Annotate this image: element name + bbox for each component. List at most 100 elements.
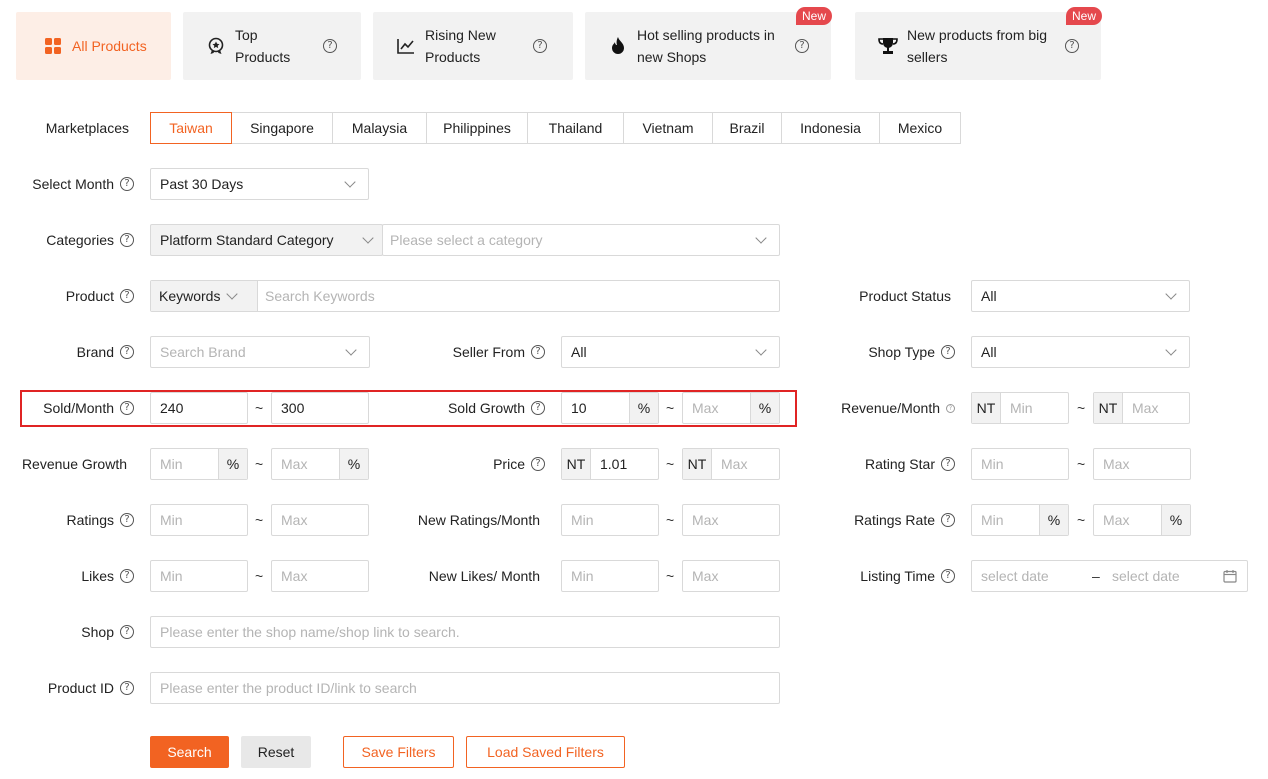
help-icon[interactable]: ? xyxy=(531,457,545,471)
marketplace-thailand[interactable]: Thailand xyxy=(527,112,624,144)
shop-type-dropdown[interactable]: All xyxy=(971,336,1190,368)
ratings-rate-max-input[interactable]: Max % xyxy=(1093,504,1191,536)
label-text: Ratings xyxy=(66,512,114,528)
seller-from-dropdown[interactable]: All xyxy=(561,336,780,368)
marketplace-singapore[interactable]: Singapore xyxy=(231,112,333,144)
max-placeholder: Max xyxy=(1103,456,1130,472)
revenue-month-label: Revenue/Month? xyxy=(820,393,955,423)
max-placeholder: Max xyxy=(692,400,719,416)
range-separator: ~ xyxy=(1077,456,1086,472)
marketplace-malaysia[interactable]: Malaysia xyxy=(332,112,427,144)
product-id-input[interactable]: Please enter the product ID/link to sear… xyxy=(150,672,780,704)
new-likes-min-input[interactable]: Min xyxy=(561,560,659,592)
new-ratings-max-input[interactable]: Max xyxy=(682,504,780,536)
tab-new-products-big-sellers[interactable]: New products from big sellers ? New xyxy=(855,7,1102,80)
new-likes-max-input[interactable]: Max xyxy=(682,560,780,592)
help-icon[interactable]: ? xyxy=(120,401,134,415)
revenue-month-max-input[interactable]: NT Max xyxy=(1093,392,1190,424)
marketplace-philippines[interactable]: Philippines xyxy=(426,112,528,144)
select-month-dropdown[interactable]: Past 30 Days xyxy=(150,168,369,200)
ratings-rate-min-input[interactable]: Min % xyxy=(971,504,1069,536)
help-icon[interactable]: ? xyxy=(120,233,134,247)
help-icon[interactable]: ? xyxy=(795,39,809,53)
category-select[interactable]: Please select a category xyxy=(382,224,780,256)
marketplace-mexico[interactable]: Mexico xyxy=(879,112,961,144)
help-icon[interactable]: ? xyxy=(120,625,134,639)
tab-all-products[interactable]: All Products xyxy=(16,12,171,80)
marketplace-indonesia[interactable]: Indonesia xyxy=(781,112,880,144)
sold-growth-min-value: 10 xyxy=(571,400,587,416)
likes-min-input[interactable]: Min xyxy=(150,560,248,592)
flame-icon xyxy=(607,36,629,56)
label-text: Brand xyxy=(76,344,114,360)
help-icon[interactable]: ? xyxy=(946,403,955,413)
revenue-month-min-input[interactable]: NT Min xyxy=(971,392,1069,424)
load-saved-filters-button[interactable]: Load Saved Filters xyxy=(466,736,625,768)
product-status-label: Product Status xyxy=(820,281,951,311)
min-placeholder: Min xyxy=(571,512,594,528)
max-placeholder: Max xyxy=(281,512,308,528)
ratings-min-input[interactable]: Min xyxy=(150,504,248,536)
new-ratings-month-label: New Ratings/Month xyxy=(390,505,540,535)
calendar-icon xyxy=(1223,569,1237,583)
marketplace-brazil[interactable]: Brazil xyxy=(712,112,782,144)
likes-max-input[interactable]: Max xyxy=(271,560,369,592)
help-icon[interactable]: ? xyxy=(531,345,545,359)
save-filters-button[interactable]: Save Filters xyxy=(343,736,454,768)
help-icon[interactable]: ? xyxy=(941,345,955,359)
marketplace-taiwan[interactable]: Taiwan xyxy=(150,112,232,144)
revenue-growth-max-input[interactable]: Max % xyxy=(271,448,369,480)
tab-rising-new-products[interactable]: Rising New Products ? xyxy=(373,12,573,80)
help-icon[interactable]: ? xyxy=(120,177,134,191)
max-placeholder: Max xyxy=(692,512,719,528)
tab-top-products[interactable]: Top Products ? xyxy=(183,12,361,80)
label-text: Select Month xyxy=(32,176,114,192)
product-mode-dropdown[interactable]: Keywords xyxy=(151,281,258,311)
help-icon[interactable]: ? xyxy=(120,289,134,303)
label-text: Product ID xyxy=(47,680,114,696)
percent-suffix: % xyxy=(218,449,247,479)
sold-month-max-input[interactable]: 300 xyxy=(271,392,369,424)
revenue-growth-label: Revenue Growth xyxy=(10,449,127,479)
help-icon[interactable]: ? xyxy=(531,401,545,415)
help-icon[interactable]: ? xyxy=(941,569,955,583)
help-icon[interactable]: ? xyxy=(941,457,955,471)
min-placeholder: Min xyxy=(1010,400,1033,416)
chevron-down-icon xyxy=(362,232,374,244)
help-icon[interactable]: ? xyxy=(120,681,134,695)
sold-month-min-input[interactable]: 240 xyxy=(150,392,248,424)
listing-time-range-picker[interactable]: select date – select date xyxy=(971,560,1248,592)
category-type-dropdown[interactable]: Platform Standard Category xyxy=(150,224,383,256)
sold-growth-max-input[interactable]: Max % xyxy=(682,392,780,424)
help-icon[interactable]: ? xyxy=(323,39,337,53)
max-placeholder: Max xyxy=(1132,400,1159,416)
reset-button[interactable]: Reset xyxy=(241,736,311,768)
range-separator: ~ xyxy=(1077,512,1086,528)
help-icon[interactable]: ? xyxy=(120,513,134,527)
search-button[interactable]: Search xyxy=(150,736,229,768)
product-status-dropdown[interactable]: All xyxy=(971,280,1190,312)
help-icon[interactable]: ? xyxy=(120,345,134,359)
new-ratings-min-input[interactable]: Min xyxy=(561,504,659,536)
price-min-input[interactable]: NT 1.01 xyxy=(561,448,659,480)
product-search-input[interactable]: Keywords Search Keywords xyxy=(150,280,780,312)
marketplace-vietnam[interactable]: Vietnam xyxy=(623,112,713,144)
price-max-input[interactable]: NT Max xyxy=(682,448,780,480)
min-placeholder: Min xyxy=(160,568,183,584)
help-icon[interactable]: ? xyxy=(941,513,955,527)
brand-search-dropdown[interactable]: Search Brand xyxy=(150,336,370,368)
revenue-growth-min-input[interactable]: Min % xyxy=(150,448,248,480)
trend-chart-icon xyxy=(395,38,417,54)
shop-search-input[interactable]: Please enter the shop name/shop link to … xyxy=(150,616,780,648)
sold-growth-min-input[interactable]: 10 % xyxy=(561,392,659,424)
help-icon[interactable]: ? xyxy=(1065,39,1079,53)
help-icon[interactable]: ? xyxy=(120,569,134,583)
ratings-max-input[interactable]: Max xyxy=(271,504,369,536)
rating-star-min-input[interactable]: Min xyxy=(971,448,1069,480)
label-text: Sold/Month xyxy=(43,400,114,416)
sold-max-value: 300 xyxy=(281,400,305,416)
help-icon[interactable]: ? xyxy=(533,39,547,53)
label-text: Sold Growth xyxy=(447,400,525,416)
rating-star-max-input[interactable]: Max xyxy=(1093,448,1191,480)
tab-hot-selling-new-shops[interactable]: Hot selling products in new Shops ? New xyxy=(585,7,832,80)
